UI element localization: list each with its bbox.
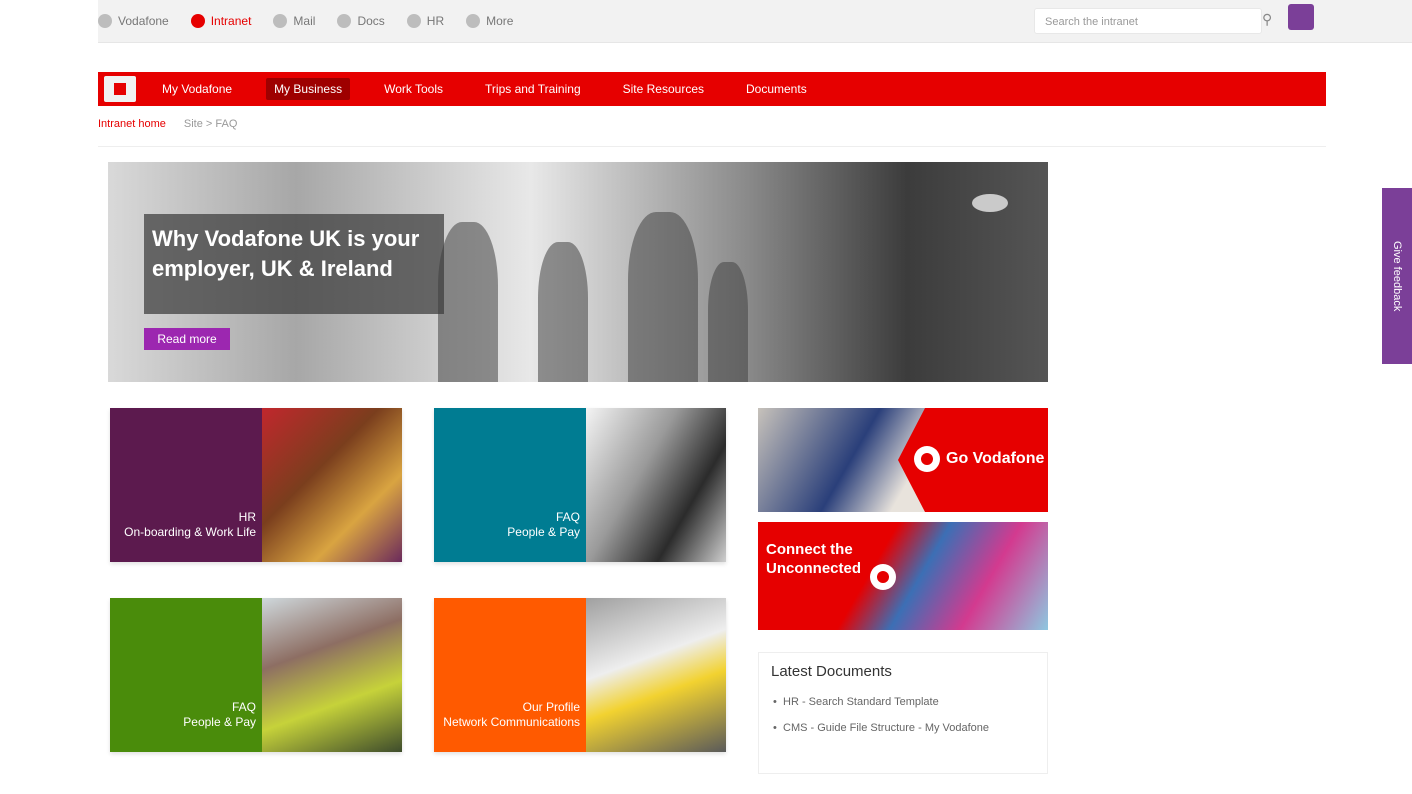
tile-photo (262, 408, 402, 562)
vodafone-logo-icon (870, 564, 896, 590)
latest-documents: Latest Documents HR - Search Standard Te… (758, 652, 1048, 774)
app-label: More (486, 14, 514, 28)
app-label: Docs (357, 14, 385, 28)
hero-title: Why Vodafone UK is your employer, UK & I… (152, 226, 420, 281)
search-icon[interactable]: ⚲ (1262, 11, 1272, 28)
app-link-mail[interactable]: Mail (273, 14, 315, 28)
promo-connect[interactable]: Connect the Unconnected (758, 522, 1048, 630)
tile-label: FAQ People & Pay (507, 510, 580, 539)
app-label: HR (426, 14, 445, 28)
tile-photo (262, 598, 402, 752)
divider (98, 146, 1326, 147)
doc-icon (337, 14, 352, 28)
tile-people-pay[interactable]: FAQ People & Pay (434, 408, 726, 562)
tile-photo (586, 408, 726, 562)
nav-item-trips-training[interactable]: Trips and Training (477, 78, 589, 100)
promo-label: Connect the Unconnected (766, 541, 862, 577)
hero-caption: Why Vodafone UK is your employer, UK & I… (144, 214, 444, 314)
left-margin (0, 0, 98, 794)
home-icon (114, 83, 126, 95)
eye-icon (972, 194, 1008, 212)
latest-list: HR - Search Standard Template CMS - Guid… (773, 695, 1033, 747)
nav-item-my-business[interactable]: My Business (266, 78, 351, 100)
promo-label: Go Vodafone (946, 450, 1045, 467)
more-icon (466, 14, 481, 28)
list-item[interactable]: HR - Search Standard Template (773, 695, 1033, 709)
tile-label: HR On-boarding & Work Life (124, 510, 256, 539)
vodafone-logo-icon (914, 446, 940, 472)
home-icon (190, 14, 205, 28)
app-switcher: Vodafone Intranet Mail Docs HR More (98, 0, 535, 42)
nav-item-site-resources[interactable]: Site Resources (615, 78, 712, 100)
app-label: Intranet (210, 14, 252, 28)
app-label: Mail (293, 14, 316, 28)
tile-hr-onboarding[interactable]: HR On-boarding & Work Life (110, 408, 402, 562)
latest-title: Latest Documents (771, 663, 892, 680)
hero-banner[interactable]: Why Vodafone UK is your employer, UK & I… (108, 162, 1048, 382)
tile-photo (586, 598, 726, 752)
tile-people-pay-2[interactable]: FAQ People & Pay (110, 598, 402, 752)
read-more-button[interactable]: Read more (144, 328, 230, 350)
app-link-more[interactable]: More (466, 14, 513, 28)
grid-icon (98, 14, 112, 28)
feedback-tab[interactable]: Give feedback (1382, 188, 1412, 364)
mail-icon (273, 14, 288, 28)
home-button[interactable] (104, 76, 136, 102)
hero-figure (538, 242, 588, 382)
nav-item-my-vodafone[interactable]: My Vodafone (154, 78, 240, 100)
tile-label: Our Profile Network Communications (443, 700, 580, 729)
nav-item-documents[interactable]: Documents (738, 78, 815, 100)
breadcrumb-home-link[interactable]: Intranet home (98, 118, 166, 130)
hero-figure (438, 222, 498, 382)
breadcrumb: Intranet home Site > FAQ (98, 118, 237, 130)
avatar[interactable] (1288, 4, 1314, 30)
top-app-bar: Vodafone Intranet Mail Docs HR More Sear… (98, 0, 1412, 43)
list-item[interactable]: CMS - Guide File Structure - My Vodafone (773, 721, 1033, 735)
app-link-hr[interactable]: HR (406, 14, 445, 28)
hero-figure (708, 262, 748, 382)
app-link-intranet[interactable]: Intranet (190, 14, 252, 28)
tile-label: FAQ People & Pay (183, 700, 256, 729)
app-link-vodafone[interactable]: Vodafone (98, 14, 169, 28)
main-nav: My Vodafone My Business Work Tools Trips… (98, 72, 1326, 106)
tile-our-profile[interactable]: Our Profile Network Communications (434, 598, 726, 752)
app-label: Vodafone (118, 14, 169, 28)
hero-figure (628, 212, 698, 382)
breadcrumb-current: Site > FAQ (183, 118, 238, 130)
nav-item-work-tools[interactable]: Work Tools (376, 78, 451, 100)
promo-go-vodafone[interactable]: Go Vodafone (758, 408, 1048, 512)
people-icon (406, 14, 421, 28)
search-input[interactable]: Search the intranet (1034, 8, 1262, 34)
app-link-docs[interactable]: Docs (337, 14, 385, 28)
